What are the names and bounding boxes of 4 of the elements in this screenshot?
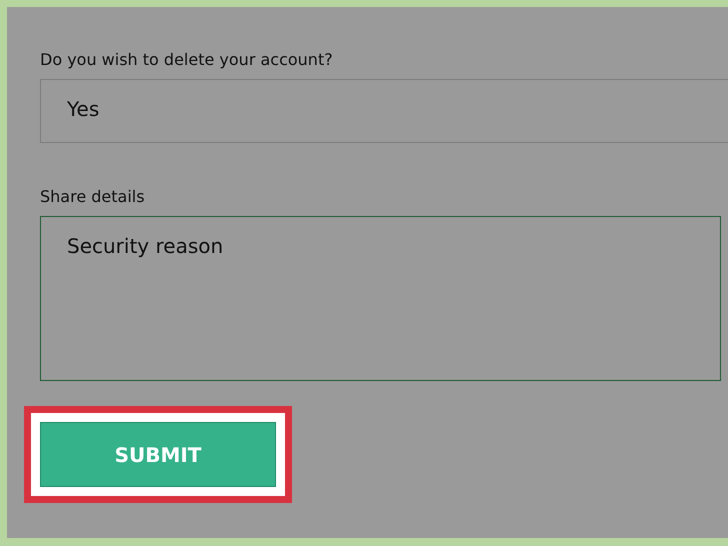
details-text-area[interactable]: Security reason <box>40 216 721 381</box>
select-field[interactable]: Yes <box>40 79 728 143</box>
field-label: Do you wish to delete your account? <box>40 50 333 69</box>
field-label: Share details <box>40 187 145 206</box>
